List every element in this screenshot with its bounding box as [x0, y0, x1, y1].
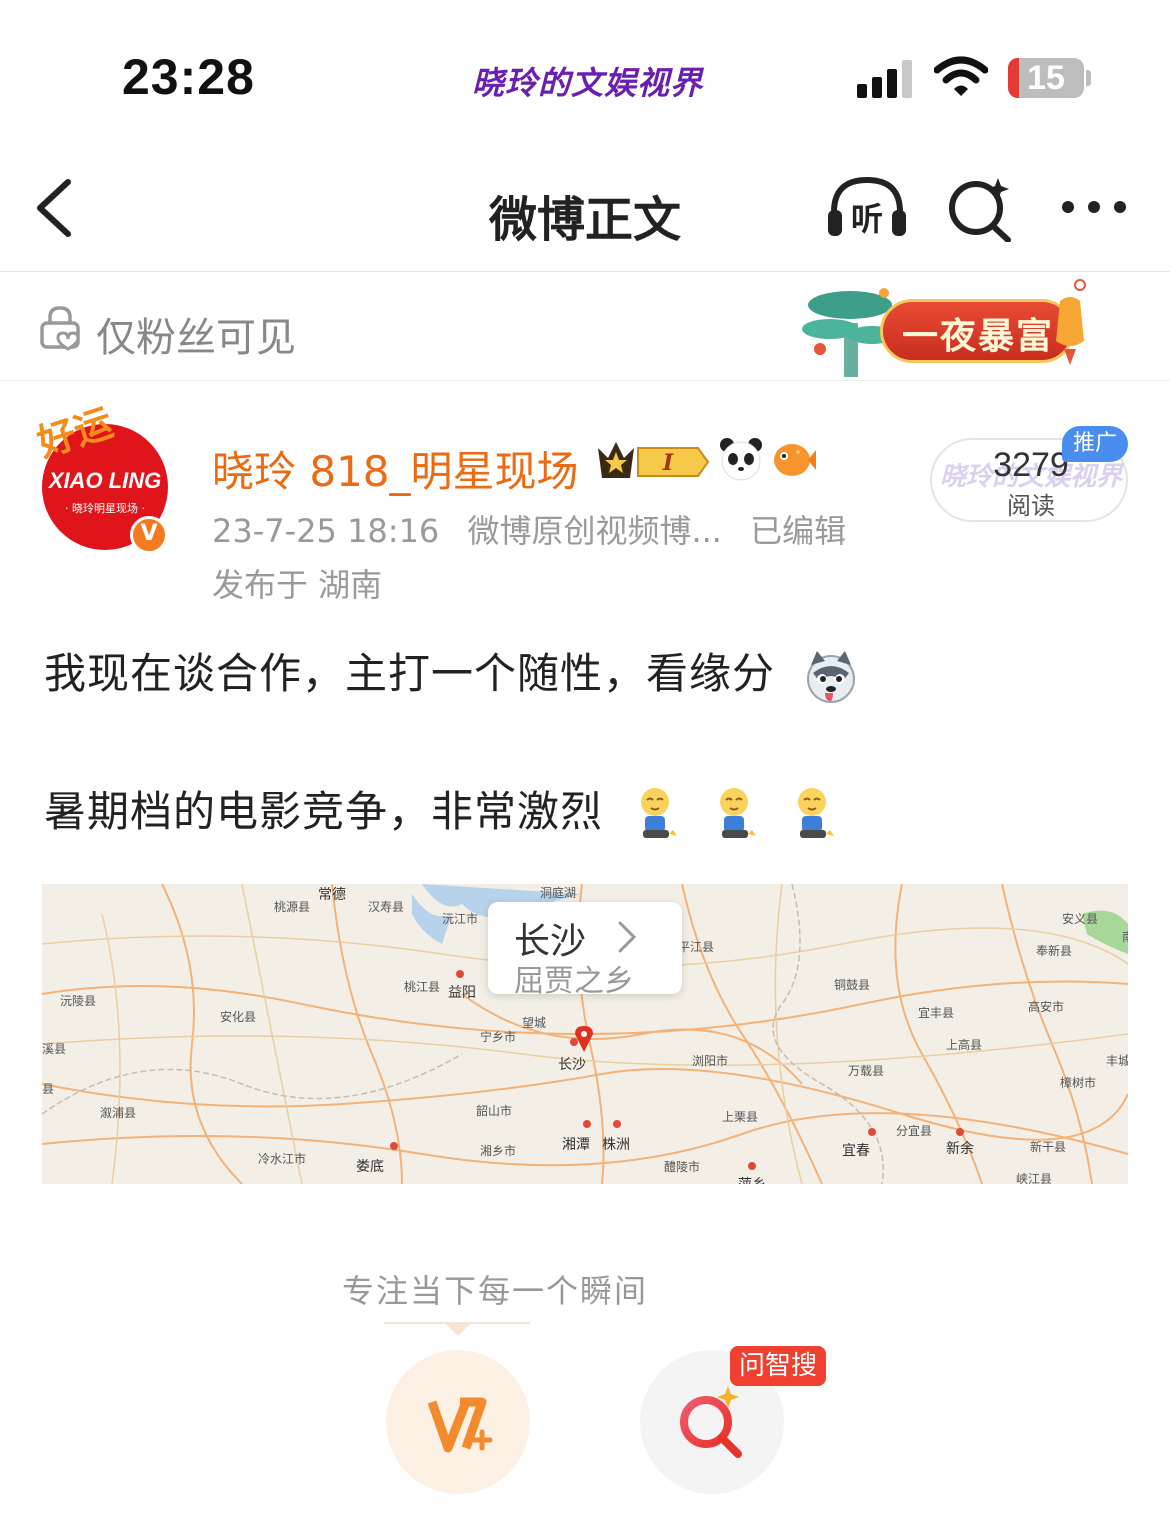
battery-tip — [1086, 70, 1091, 86]
wifi-icon — [934, 56, 988, 96]
avatar[interactable]: 好运 XIAO LING · 晓玲明星现场 · V — [32, 399, 176, 554]
map-place-label: 醴陵市 — [664, 1160, 701, 1174]
map-place-label: 平江县 — [678, 940, 715, 954]
member-level: I — [662, 450, 674, 476]
map-place-label: 汉寿县 — [368, 900, 405, 914]
v-plus-icon — [427, 1397, 493, 1453]
map-place-label: 丰城 — [1106, 1054, 1128, 1068]
nav-header: 微博正文 听 — [0, 150, 1170, 272]
map-place-label: 韶山市 — [476, 1104, 513, 1118]
slogan-arrow-icon — [444, 1322, 472, 1336]
map-location-callout[interactable]: 长沙 屈贾之乡 — [488, 902, 682, 999]
map-place-label: 县 — [42, 1082, 55, 1096]
svg-text:听: 听 — [851, 200, 883, 238]
v-plus-button[interactable] — [386, 1350, 530, 1494]
kneeling-emoji-icon — [719, 787, 756, 838]
map-place-label: 高安市 — [1028, 1000, 1065, 1014]
post-text-line-2: 暑期档的电影竞争，非常激烈 — [44, 778, 838, 844]
slogan-text: 专注当下每一个瞬间 — [342, 1272, 649, 1310]
post-text: 我现在谈合作，主打一个随性，看缘分 — [44, 649, 776, 698]
map-place-label: 桃源县 — [274, 900, 311, 914]
map-place-label: 新余 — [946, 1141, 974, 1157]
kneeling-emoji-icon — [798, 787, 835, 838]
map-place-label: 望城 — [522, 1016, 547, 1030]
post-source[interactable]: 微博原创视频博... — [467, 512, 722, 550]
edited-label[interactable]: 已编辑 — [750, 512, 846, 550]
location-map[interactable]: 常德汉寿县 桃源县 洞庭湖沅江市平江县 安义县奉新县铜鼓县宜丰县 高安市 桃江县 益阳沅陵县… — [42, 884, 1128, 1184]
verified-badge-icon: V — [130, 516, 168, 554]
post-text: 暑期档的电影竞争，非常激烈 — [44, 787, 604, 836]
more-icon[interactable] — [1060, 196, 1128, 218]
map-place-label: 溪县 — [42, 1042, 67, 1056]
post-text-line-1: 我现在谈合作，主打一个随性，看缘分 — [44, 640, 859, 703]
map-place-label: 湘潭 — [562, 1137, 590, 1153]
ai-search-tag: 问智搜 — [730, 1346, 826, 1386]
status-time: 23:28 — [122, 49, 255, 105]
kneeling-emoji-icon — [641, 787, 678, 838]
promo-tag: 推广 — [1062, 426, 1128, 462]
banner-text: 一夜暴富 — [901, 315, 1054, 357]
read-label: 阅读 — [1007, 492, 1055, 520]
map-place-label: 株洲 — [602, 1137, 630, 1153]
map-place-label: 宜丰县 — [918, 1006, 955, 1020]
cellular-signal-icon — [857, 60, 913, 98]
vip-crown-badge-icon[interactable]: I — [594, 438, 712, 484]
listen-icon[interactable]: 听 — [826, 174, 908, 240]
map-place-label: 宜春 — [842, 1143, 870, 1159]
map-place-label: 上栗县 — [722, 1110, 759, 1124]
map-place-label: 洞庭湖 — [540, 886, 577, 900]
map-place-label: 浏阳市 — [692, 1054, 729, 1068]
battery-indicator: 15 — [1008, 58, 1084, 98]
map-place-label: 娄底 — [356, 1159, 384, 1175]
pufferfish-icon — [774, 444, 816, 476]
fans-only-label: 仅粉丝可见 — [96, 315, 296, 361]
avatar-subtitle: · 晓玲明星现场 · — [65, 502, 145, 515]
post-location: 发布于 湖南 — [212, 566, 383, 604]
ai-search-icon[interactable] — [946, 174, 1016, 242]
map-place-label: 益阳 — [448, 985, 476, 1001]
post-meta: 23-7-25 18:16 微博原创视频博... 已编辑 — [212, 506, 864, 552]
map-pin-icon — [575, 1026, 593, 1052]
map-place-label: 湘乡市 — [480, 1144, 517, 1158]
husky-emoji-icon — [807, 650, 856, 703]
map-place-label: 桃江县 — [404, 980, 441, 994]
lantern-icon — [1056, 279, 1086, 365]
map-place-label: 樟树市 — [1060, 1076, 1097, 1090]
map-place-label: 宁乡市 — [480, 1030, 517, 1044]
status-bar: 23:28 晓玲的文娱视界 15 — [0, 0, 1170, 140]
map-place-label: 新干县 — [1030, 1140, 1067, 1154]
map-place-label: 长沙 — [558, 1057, 586, 1073]
map-place-label: 分宜县 — [896, 1124, 933, 1138]
map-place-label: 沅江市 — [442, 912, 479, 926]
fans-only-lock-icon — [40, 306, 80, 351]
battery-level: 15 — [1027, 59, 1065, 97]
chevron-right-icon — [618, 921, 637, 953]
map-place-label: 常德 — [318, 887, 346, 903]
map-place-label: 沅陵县 — [60, 994, 97, 1008]
map-place-label: 安义县 — [1062, 912, 1099, 926]
map-place-label: 铜鼓县 — [834, 978, 871, 992]
map-place-label: 冷水江市 — [258, 1152, 307, 1166]
map-place-label: 奉新县 — [1036, 944, 1073, 958]
avatar-name: XIAO LING — [48, 468, 162, 493]
map-place-label: 南 — [1122, 928, 1128, 945]
post-timestamp: 23-7-25 18:16 — [212, 512, 440, 550]
map-place-label: 万载县 — [848, 1064, 885, 1078]
callout-subtitle: 屈贾之乡 — [514, 964, 634, 999]
visibility-bar: 仅粉丝可见 一夜暴富 — [0, 273, 1170, 381]
map-place-label: 峡江县 — [1016, 1172, 1053, 1184]
map-place-label: 上高县 — [946, 1038, 983, 1052]
panda-icon — [720, 438, 762, 481]
username[interactable]: 晓玲 818_明星现场 — [212, 438, 579, 499]
promo-banner[interactable]: 一夜暴富 — [800, 277, 1090, 377]
watermark-text: 晓玲的文娱视界 — [472, 64, 704, 102]
map-place-label: 萍乡 — [738, 1174, 766, 1184]
map-place-label: 溆浦县 — [100, 1106, 137, 1120]
map-place-label: 安化县 — [220, 1010, 257, 1024]
